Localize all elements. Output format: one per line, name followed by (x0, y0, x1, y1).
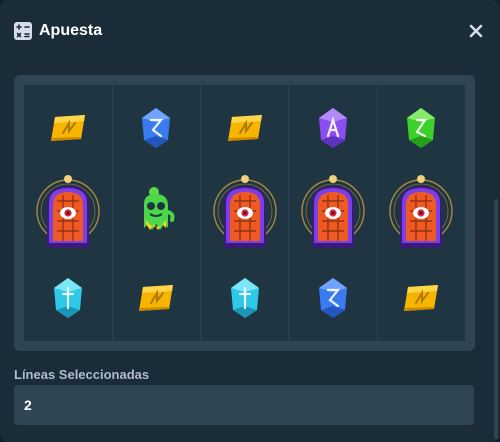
reel (377, 85, 465, 341)
purple-gem-icon (289, 85, 377, 170)
modal-title: Apuesta (39, 22, 103, 39)
portal-icon (24, 170, 112, 255)
blue-gem-icon (112, 85, 200, 170)
reel-divider (111, 85, 113, 341)
close-icon[interactable] (466, 21, 486, 41)
blue-gem-icon (289, 255, 377, 340)
portal-icon (201, 170, 289, 255)
reel (112, 85, 201, 341)
portal-icon (289, 170, 377, 255)
lines-input[interactable]: 2 (14, 385, 474, 425)
reel (200, 85, 289, 341)
yellow-gem-icon (201, 85, 289, 170)
reel (288, 85, 377, 341)
yellow-gem-icon (24, 85, 112, 170)
reels-container (24, 85, 465, 341)
bet-modal: Apuesta Líneas Seleccionadas 2 (0, 0, 500, 442)
scrollbar[interactable] (494, 199, 498, 439)
bet-settings-icon (14, 22, 32, 40)
reel-divider (376, 85, 378, 341)
slot-board (14, 75, 475, 351)
portal-icon (377, 170, 465, 255)
reel (24, 85, 112, 341)
reel-divider (288, 85, 290, 341)
cyan-gem-icon (24, 255, 112, 340)
yellow-gem-icon (377, 255, 465, 340)
yellow-gem-icon (112, 255, 200, 340)
green-gem-icon (377, 85, 465, 170)
lines-label: Líneas Seleccionadas (14, 367, 150, 382)
modal-header: Apuesta (0, 0, 500, 62)
cyan-gem-icon (201, 255, 289, 340)
green-ghost-icon (112, 170, 200, 255)
reel-divider (200, 85, 201, 341)
